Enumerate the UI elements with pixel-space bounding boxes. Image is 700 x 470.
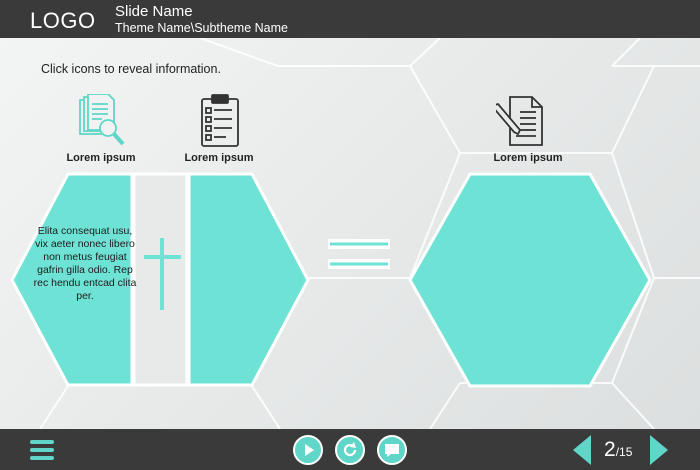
menu-icon[interactable] [30,440,54,460]
result-hexagon [408,172,652,388]
previous-arrow-icon[interactable] [571,434,593,466]
left-panel-text: Elita consequat usu, vix aeter nonec lib… [33,225,137,302]
right-half-hexagon [187,172,310,387]
replay-icon [343,442,357,457]
speech-bubble-icon [385,444,399,457]
replay-button[interactable] [335,435,365,465]
slide-name: Slide Name [115,3,193,20]
footer-bar: 2/15 [0,429,700,470]
header-bar: LOGO Slide Name Theme Name\Subtheme Name [0,0,700,38]
play-icon [305,444,314,456]
theme-name: Theme Name\Subtheme Name [115,21,288,35]
logo: LOGO [30,8,96,33]
equals-icon [328,239,390,269]
next-arrow-icon[interactable] [648,434,670,466]
comment-button[interactable] [377,435,407,465]
play-button[interactable] [293,435,323,465]
page-current: 2 [604,438,616,461]
slide-stage: Click icons to reveal information. Lorem… [0,38,700,429]
page-counter: 2/15 [604,438,632,462]
page-total: /15 [615,445,633,459]
